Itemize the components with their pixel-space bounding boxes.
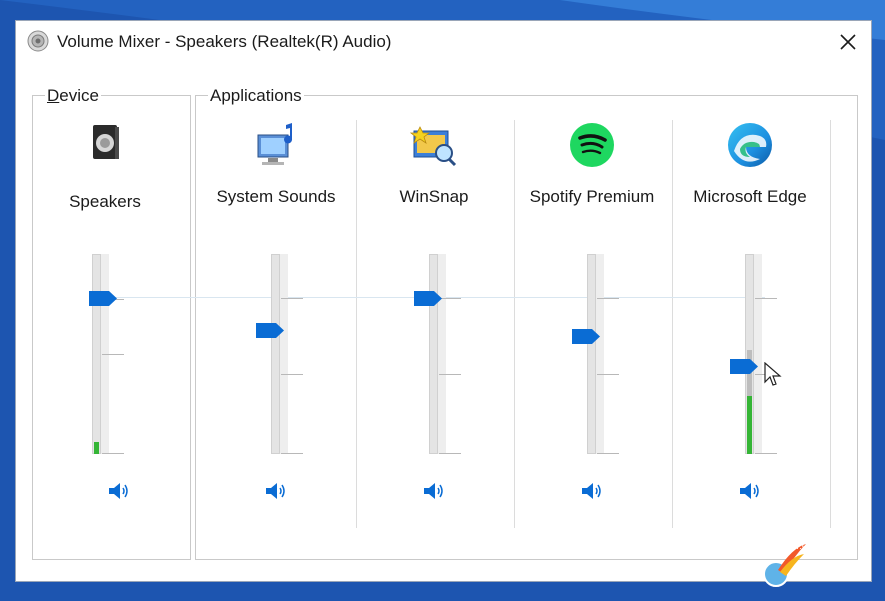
mute-button[interactable] xyxy=(106,480,132,502)
channel-label: Microsoft Edge xyxy=(693,187,807,206)
channel-label: Spotify Premium xyxy=(529,187,655,206)
device-group-label: Device xyxy=(45,86,101,106)
slider-tick xyxy=(439,374,461,375)
level-meter xyxy=(94,442,99,454)
channel-spotify-premium: Spotify Premium xyxy=(513,115,671,535)
slider-thumb[interactable] xyxy=(414,291,442,306)
slider-tick xyxy=(281,374,303,375)
volume-slider[interactable] xyxy=(26,254,184,454)
slider-track-shadow xyxy=(438,254,446,454)
volume-mixer-window: Volume Mixer - Speakers (Realtek(R) Audi… xyxy=(15,20,872,582)
slider-track-shadow xyxy=(280,254,288,454)
slider-track xyxy=(271,254,280,454)
spotify-icon xyxy=(570,123,614,167)
slider-tick xyxy=(597,298,619,299)
channel-label: Speakers xyxy=(69,192,141,211)
slider-tick xyxy=(439,298,461,299)
channel-microsoft-edge: Microsoft Edge xyxy=(671,115,829,535)
slider-track-shadow xyxy=(754,254,762,454)
channel-winsnap: WinSnap xyxy=(355,115,513,535)
slider-track-shadow xyxy=(596,254,604,454)
volume-slider[interactable] xyxy=(513,254,671,454)
speaker-box-icon xyxy=(93,125,119,159)
mute-button[interactable] xyxy=(263,480,289,502)
title-bar: Volume Mixer - Speakers (Realtek(R) Audi… xyxy=(16,21,871,65)
winsnap-icon xyxy=(410,126,457,167)
speaker-icon xyxy=(27,30,49,52)
channel-label: System Sounds xyxy=(216,187,336,206)
slider-tick xyxy=(597,374,619,375)
slider-tick xyxy=(439,453,461,454)
mouse-cursor-icon xyxy=(764,362,782,386)
channel-system-sounds: System Sounds xyxy=(197,115,355,535)
close-icon xyxy=(840,34,856,50)
slider-thumb[interactable] xyxy=(730,359,758,374)
slider-thumb[interactable] xyxy=(89,291,117,306)
slider-tick xyxy=(755,298,777,299)
slider-track xyxy=(92,254,101,454)
applications-group-label: Applications xyxy=(208,86,304,106)
slider-tick xyxy=(102,354,124,355)
slider-track xyxy=(429,254,438,454)
system-sounds-icon xyxy=(257,123,293,165)
volume-slider[interactable] xyxy=(671,254,829,454)
slider-track xyxy=(587,254,596,454)
close-button[interactable] xyxy=(825,21,871,63)
slider-tick xyxy=(755,453,777,454)
edge-icon xyxy=(728,123,772,167)
slider-tick xyxy=(281,453,303,454)
slider-thumb[interactable] xyxy=(572,329,600,344)
slider-tick xyxy=(102,453,124,454)
window-title: Volume Mixer - Speakers (Realtek(R) Audi… xyxy=(57,32,392,51)
slider-tick xyxy=(281,298,303,299)
slider-tick xyxy=(597,453,619,454)
volume-slider[interactable] xyxy=(197,254,355,454)
channel-label: WinSnap xyxy=(399,187,469,206)
mute-button[interactable] xyxy=(737,480,763,502)
mute-button[interactable] xyxy=(421,480,447,502)
mute-button[interactable] xyxy=(579,480,605,502)
watermark-text: BBS.OXY.CN xyxy=(761,541,815,551)
channel-divider xyxy=(830,120,831,528)
slider-thumb[interactable] xyxy=(256,323,284,338)
volume-slider[interactable] xyxy=(355,254,513,454)
level-meter xyxy=(747,396,752,454)
channel-speakers: Speakers xyxy=(26,115,184,535)
